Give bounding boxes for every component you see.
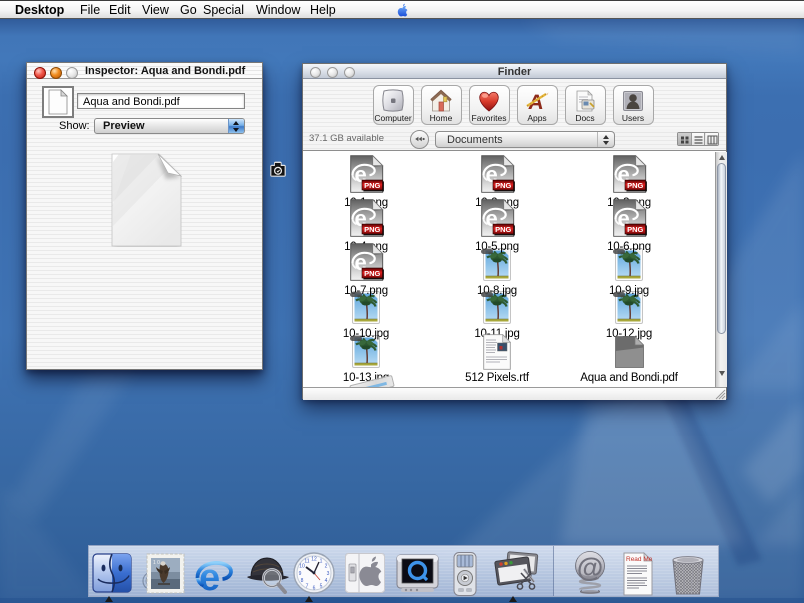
svg-text:12: 12 [311,556,317,562]
svg-text:A: A [527,91,545,114]
svg-text:1 0: 1 0 [153,560,160,566]
svg-text:6: 6 [313,585,316,591]
svg-text:8: 8 [301,578,304,584]
svg-text:1: 1 [320,558,323,564]
svg-text:7: 7 [306,583,309,589]
svg-text:4: 4 [325,578,328,584]
svg-text:3: 3 [327,571,330,577]
svg-text:@: @ [577,552,603,582]
svg-text:Read Me: Read Me [626,556,653,563]
svg-text:2: 2 [325,563,328,569]
svg-text:9: 9 [299,571,302,577]
svg-text:11: 11 [304,558,309,564]
svg-text:5: 5 [320,583,323,589]
